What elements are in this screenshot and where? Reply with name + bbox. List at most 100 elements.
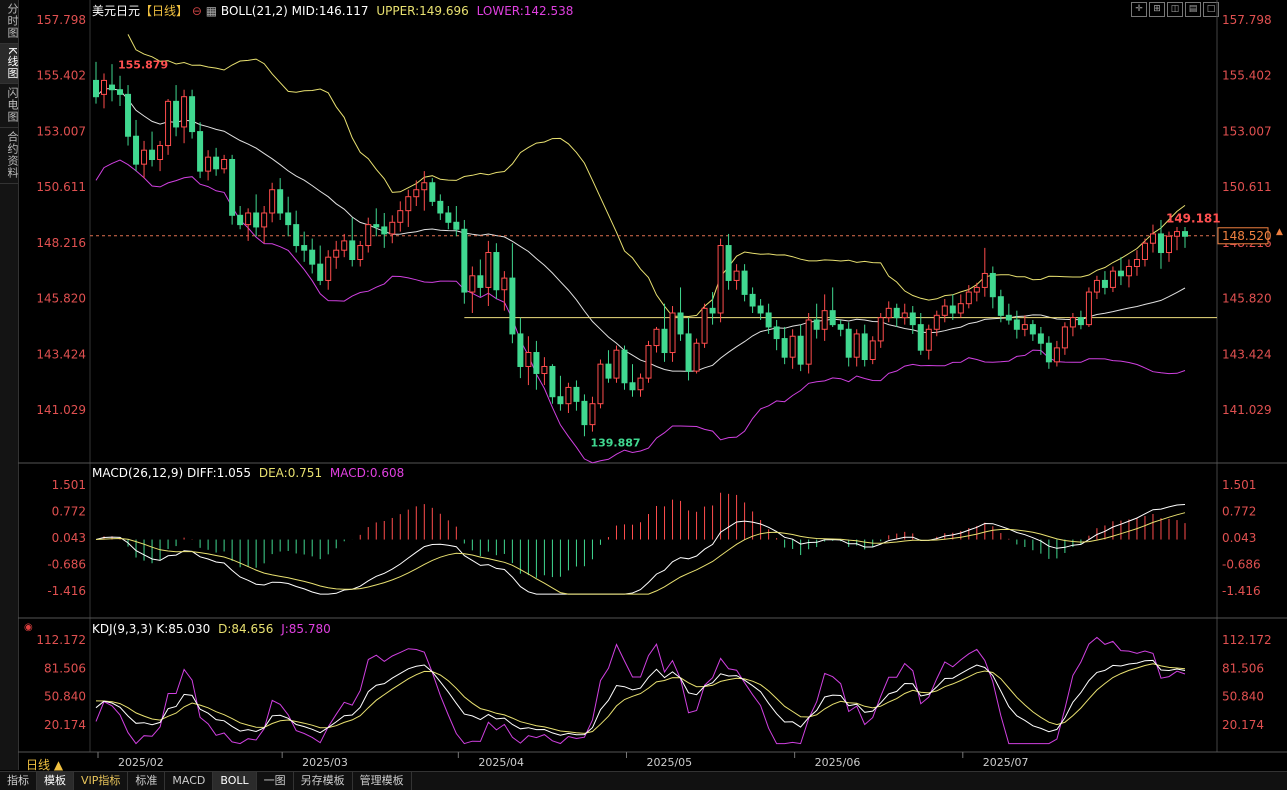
candle-down — [381, 226, 388, 235]
candle-up — [101, 79, 108, 95]
candle-down — [1117, 270, 1124, 277]
tab-macd[interactable]: MACD — [165, 772, 214, 790]
candle-up — [901, 312, 908, 319]
tab-standard[interactable]: 标准 — [128, 772, 166, 790]
bottom-tab-bar: 指标 模板 VIP指标 标准 MACD BOLL 一图 另存模板 管理模板 — [0, 771, 1287, 790]
macd-tick-left: 0.043 — [52, 531, 86, 545]
low-price-label: 139.887 — [590, 437, 640, 450]
tab-indicator[interactable]: 指标 — [0, 772, 37, 790]
candle-down — [725, 245, 732, 281]
candle-down — [549, 365, 556, 398]
candle-down — [813, 319, 820, 330]
macd-tick-left: -1.416 — [47, 584, 86, 598]
price-chart[interactable]: 157.798 157.798 155.402 155.402 153.007 153.0… — [0, 0, 1287, 770]
candle-up — [1149, 233, 1156, 244]
candle-down — [1101, 279, 1108, 288]
candle-down — [765, 312, 772, 328]
candle-up — [269, 189, 276, 214]
candle-down — [605, 363, 612, 379]
candle-up — [981, 272, 988, 288]
tab-save-template[interactable]: 另存模板 — [294, 772, 353, 790]
tab-manage-template[interactable]: 管理模板 — [353, 772, 412, 790]
candle-down — [997, 296, 1004, 316]
candle-up — [165, 100, 172, 147]
candle-up — [869, 340, 876, 361]
candle-up — [1141, 242, 1148, 261]
x-label: 2025/02 — [118, 756, 164, 769]
candle-down — [293, 224, 300, 247]
candle-down — [861, 333, 868, 361]
candle-down — [117, 89, 124, 95]
candle-down — [557, 396, 564, 405]
recent-high-label: 149.181 — [1166, 211, 1221, 225]
candle-down — [453, 221, 460, 230]
price-tick-left: 141.029 — [36, 403, 86, 417]
candle-up — [1125, 265, 1132, 277]
candle-up — [421, 182, 428, 191]
candle-down — [285, 212, 292, 226]
candle-up — [365, 224, 372, 247]
kdj-k-line — [95, 659, 1186, 736]
candle-down — [1077, 317, 1084, 326]
price-tick-right: 141.029 — [1222, 403, 1272, 417]
candle-down — [229, 158, 236, 216]
candle-down — [93, 79, 99, 98]
macd-tick-right: 0.772 — [1222, 504, 1256, 518]
candle-up — [933, 314, 940, 330]
candle-up — [973, 286, 980, 293]
tab-vip-indicator[interactable]: VIP指标 — [74, 772, 129, 790]
candle-down — [317, 263, 324, 281]
candle-down — [133, 135, 140, 165]
candle-up — [717, 245, 724, 314]
candle-up — [141, 149, 148, 165]
price-tick-right: 145.820 — [1222, 292, 1272, 306]
candle-up — [789, 335, 796, 358]
tab-boll[interactable]: BOLL — [213, 772, 257, 790]
candle-up — [413, 189, 420, 198]
candle-up — [941, 305, 948, 316]
candle-up — [1053, 347, 1060, 363]
candle-up — [1133, 259, 1140, 267]
macd-tick-left: 0.772 — [52, 504, 86, 518]
candle-down — [461, 228, 468, 293]
candle-down — [445, 212, 452, 223]
tab-template[interactable]: 模板 — [37, 772, 74, 790]
candle-down — [437, 200, 444, 214]
candle-up — [613, 349, 620, 379]
price-tick-right: 150.611 — [1222, 180, 1272, 194]
tab-one-chart[interactable]: 一图 — [257, 772, 294, 790]
candle-down — [309, 249, 316, 265]
x-label: 2025/06 — [815, 756, 861, 769]
candle-up — [525, 352, 532, 367]
candle-down — [189, 96, 196, 133]
x-label: 2025/07 — [983, 756, 1029, 769]
last-price-value: 148.520 — [1222, 229, 1272, 243]
candle-up — [805, 319, 812, 365]
candle-down — [1182, 231, 1188, 237]
candle-down — [533, 352, 540, 374]
price-tick-left: 148.216 — [36, 236, 86, 250]
candle-up — [597, 363, 604, 405]
candle-down — [477, 275, 484, 288]
candle-up — [885, 307, 892, 319]
candle-down — [301, 245, 308, 251]
candle-up — [405, 196, 412, 212]
candle-down — [573, 386, 580, 402]
candle-down — [1157, 233, 1164, 254]
candle-down — [277, 189, 284, 214]
candle-up — [589, 403, 596, 426]
candle-down — [661, 328, 668, 354]
candle-down — [253, 212, 260, 228]
candle-down — [797, 335, 804, 365]
candle-down — [709, 307, 716, 314]
candle-up — [1069, 317, 1076, 328]
price-tick-left: 157.798 — [36, 13, 86, 27]
high-price-label: 155.879 — [118, 59, 168, 72]
candle-down — [989, 272, 996, 298]
candle-up — [1109, 270, 1116, 288]
candle-down — [125, 93, 132, 137]
boll-mid-line — [95, 88, 1186, 372]
macd-tick-left: -0.686 — [47, 557, 86, 571]
candle-up — [877, 317, 884, 342]
x-label: 2025/05 — [646, 756, 692, 769]
